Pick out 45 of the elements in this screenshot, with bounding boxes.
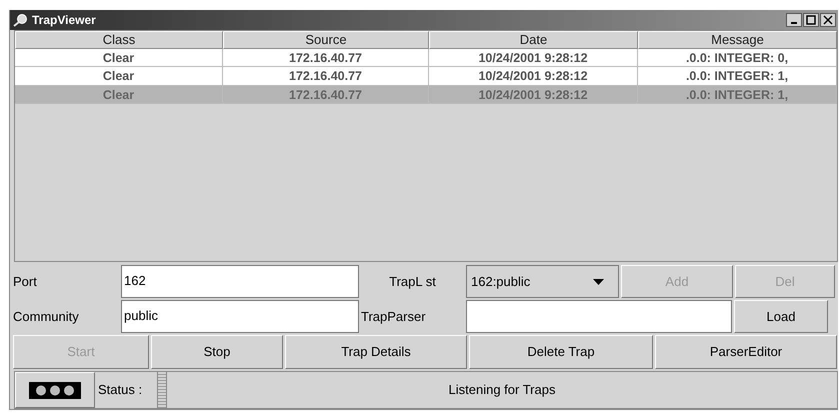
field-label: TrapL st bbox=[388, 273, 437, 292]
input-field[interactable] bbox=[466, 300, 732, 334]
table-cell: Clear bbox=[15, 48, 223, 66]
status-lights-icon bbox=[29, 382, 81, 398]
button[interactable]: ParserEditor bbox=[655, 335, 837, 369]
table-cell: 10/24/2001 9:28:12 bbox=[429, 67, 638, 85]
button[interactable]: Load bbox=[734, 300, 828, 334]
field-label: Community bbox=[12, 308, 80, 326]
table-cell: 172.16.40.77 bbox=[223, 86, 429, 104]
table-cell: .0.0: INTEGER: 1, bbox=[638, 67, 837, 85]
field-label: Port bbox=[12, 273, 38, 292]
column-header[interactable]: Class bbox=[15, 30, 223, 49]
splitter-handle[interactable] bbox=[157, 372, 167, 408]
button[interactable]: Trap Details bbox=[285, 335, 467, 369]
table-row[interactable]: Clear 172.16.40.77 10/24/2001 9:28:12 .0.0: INTEGER: 0, bbox=[15, 48, 837, 68]
close-icon bbox=[823, 14, 833, 25]
table-cell: .0.0: INTEGER: 1, bbox=[638, 86, 837, 104]
table-cell: 10/24/2001 9:28:12 bbox=[429, 86, 638, 104]
table-row[interactable]: Clear 172.16.40.77 10/24/2001 9:28:12 .0.0: INTEGER: 1, bbox=[15, 67, 837, 86]
minimize-icon bbox=[791, 22, 797, 24]
button[interactable]: Delete Trap bbox=[469, 335, 653, 369]
caret-icon bbox=[593, 278, 604, 285]
table-cell: .0.0: INTEGER: 0, bbox=[638, 48, 837, 66]
maximize-icon bbox=[806, 14, 816, 25]
status-label: Status : bbox=[97, 381, 144, 399]
table-cell: 172.16.40.77 bbox=[223, 48, 429, 66]
magnifier-icon bbox=[13, 12, 29, 27]
column-header[interactable]: Message bbox=[638, 30, 837, 49]
window-title: TrapViewer bbox=[32, 12, 96, 29]
status-message: Listening for Traps bbox=[448, 381, 556, 399]
column-header[interactable]: Source bbox=[223, 30, 429, 49]
close-button[interactable] bbox=[820, 12, 836, 27]
table-cell: Clear bbox=[15, 67, 223, 85]
input-field[interactable]: 162 bbox=[121, 265, 359, 298]
field-label: TrapParser bbox=[360, 308, 427, 326]
table-cell: 172.16.40.77 bbox=[223, 67, 429, 85]
table-cell: 10/24/2001 9:28:12 bbox=[429, 48, 638, 66]
table-cell: Clear bbox=[15, 86, 223, 104]
dropdown-value: 162:public bbox=[471, 272, 530, 291]
dropdown[interactable]: 162:public bbox=[466, 265, 619, 298]
column-header[interactable]: Date bbox=[429, 30, 638, 49]
button[interactable]: Stop bbox=[151, 335, 283, 369]
minimize-button[interactable] bbox=[786, 12, 802, 27]
maximize-button[interactable] bbox=[803, 12, 819, 27]
input-field[interactable]: public bbox=[121, 300, 359, 334]
